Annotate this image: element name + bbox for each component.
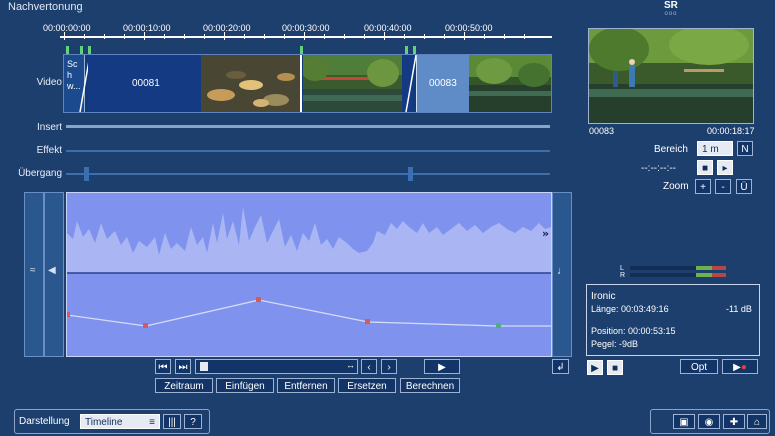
ruler-tick-label: 00:00:00:00 — [43, 23, 91, 33]
preview-clip-name: 00083 — [589, 126, 615, 136]
berechnen-button[interactable]: Berechnen — [400, 378, 460, 393]
expand-icon: ↔︎ — [346, 360, 355, 370]
tool-button[interactable]: ↲ — [552, 359, 569, 374]
list-menu-icon: ≡ — [149, 417, 155, 428]
audio-position: Position: 00:00:53:15 — [591, 326, 676, 336]
scrollbar-thumb[interactable] — [200, 362, 208, 371]
settings-icon[interactable]: ✚ — [723, 414, 745, 429]
app-logo: SR ooo — [664, 1, 678, 19]
clip-00083-thumbnail — [469, 55, 551, 112]
tools-icon[interactable]: ▣ — [673, 414, 695, 429]
entfernen-button[interactable]: Entfernen — [277, 378, 335, 393]
n-button[interactable]: N — [737, 141, 753, 156]
app-title: Nachvertonung — [8, 1, 83, 13]
ersetzen-button[interactable]: Ersetzen — [338, 378, 396, 393]
envelope-point-selected — [496, 323, 501, 328]
envelope-point — [365, 319, 370, 324]
play-record-icon: ▶︎ — [733, 362, 741, 373]
audio-left-toggle[interactable]: ≈ — [24, 192, 44, 357]
envelope-point — [67, 312, 70, 317]
view-bar: Darstellung Timeline ≡ ||| ? — [14, 409, 210, 434]
meter-r-label: R — [620, 272, 626, 279]
envelope-point — [256, 297, 261, 302]
uebergang-track-label: Übergang — [18, 168, 62, 179]
ruler-tick-label: 00:00:20:00 — [203, 23, 251, 33]
columns-button[interactable]: ||| — [163, 414, 181, 429]
ruler-tick-label: 00:00:50:00 — [445, 23, 493, 33]
logo-sub: ooo — [664, 11, 678, 17]
video-track[interactable]: Schw... 00081 00083 — [63, 54, 552, 113]
meter-left — [630, 266, 726, 270]
audio-pegel: Pegel: -9dB — [591, 339, 639, 349]
play-button[interactable]: ▶︎ — [424, 359, 460, 374]
meter-right — [630, 273, 726, 277]
effekt-track[interactable] — [66, 150, 550, 152]
stop-button[interactable]: ■ — [607, 360, 623, 375]
record-film-icon[interactable]: ◉ — [698, 414, 720, 429]
audio-track[interactable]: » — [66, 192, 552, 357]
clip-00081-thumbnail — [201, 55, 300, 112]
help-button[interactable]: ? — [184, 414, 202, 429]
insert-track-label: Insert — [36, 122, 62, 133]
envelope-point — [143, 323, 148, 328]
effekt-track-label: Effekt — [36, 145, 62, 156]
svg-text:»: » — [542, 227, 549, 240]
goto-end-button[interactable]: ⏭︎ — [175, 359, 191, 374]
step-back-button[interactable]: ‹ — [361, 359, 377, 374]
insert-track[interactable] — [66, 125, 550, 128]
clip-00083[interactable]: 00083 — [416, 55, 470, 112]
audio-level: -11 dB — [726, 304, 752, 314]
music-note-icon: ♩ — [557, 265, 568, 277]
preview-time: 00:00:18:17 — [707, 126, 755, 136]
einfuegen-button[interactable]: Einfügen — [216, 378, 274, 393]
speaker-icon: ◀︎ — [48, 265, 56, 276]
mute-toggle[interactable]: ◀︎ — [44, 192, 64, 357]
clip-00081-label: 00081 — [132, 78, 160, 89]
clip-park-thumbnail — [303, 55, 402, 112]
wave-icon: ≈ — [30, 265, 36, 276]
stop-small-button[interactable]: ■ — [697, 160, 713, 175]
waveform: » — [67, 207, 551, 328]
audio-name: Ironic — [591, 291, 616, 302]
clip-info-panel: Ironic Länge: 00:03:49:16 -11 dB Positio… — [586, 284, 760, 356]
play-marker-button[interactable]: ▸ — [717, 160, 733, 175]
audio-right-toggle[interactable]: ♩ — [552, 192, 572, 357]
system-bar: ▣ ◉ ✚ ⌂ — [650, 409, 770, 434]
play-small-button[interactable]: ▶︎ — [587, 360, 603, 375]
view-select-value: Timeline — [85, 417, 123, 428]
bereich-select[interactable]: 1 m — [697, 141, 733, 156]
darstellung-label: Darstellung — [19, 416, 70, 427]
ruler-line — [60, 36, 552, 38]
meter-l-label: L — [620, 265, 624, 272]
zoom-out-button[interactable]: - — [715, 179, 731, 194]
timeline-ruler[interactable]: 00:00:00:00 00:00:10:00 00:00:20:00 00:0… — [43, 20, 552, 46]
step-forward-button[interactable]: › — [381, 359, 397, 374]
view-select[interactable]: Timeline ≡ — [80, 414, 160, 429]
zoom-in-button[interactable]: + — [695, 179, 711, 194]
uebergang-track[interactable] — [66, 173, 550, 175]
zoom-fit-button[interactable]: Ü — [736, 179, 752, 194]
zoom-label: Zoom — [663, 181, 689, 192]
transition-marker[interactable] — [408, 167, 413, 181]
clip-00083-label: 00083 — [429, 78, 457, 89]
opt-button[interactable]: Opt — [680, 359, 718, 374]
transition-marker[interactable] — [84, 167, 89, 181]
goto-start-button[interactable]: ⏮︎ — [155, 359, 171, 374]
ruler-tick-label: 00:00:40:00 — [364, 23, 412, 33]
bereich-label: Bereich — [654, 144, 688, 155]
clip-00081[interactable]: 00081 — [88, 55, 201, 112]
ruler-tick-label: 00:00:30:00 — [282, 23, 330, 33]
position-scrollbar[interactable]: ↔︎ — [195, 359, 358, 374]
record-button[interactable]: ▶︎● — [722, 359, 758, 374]
video-track-label: Video — [36, 77, 62, 88]
timecode-field[interactable]: --:--:--:-- — [641, 163, 676, 174]
zeitraum-button[interactable]: Zeitraum — [155, 378, 213, 393]
preview-monitor — [588, 28, 754, 124]
record-icon: ● — [740, 362, 747, 373]
home-icon[interactable]: ⌂ — [747, 414, 767, 429]
ruler-tick-label: 00:00:10:00 — [123, 23, 171, 33]
audio-length: Länge: 00:03:49:16 — [591, 304, 669, 314]
